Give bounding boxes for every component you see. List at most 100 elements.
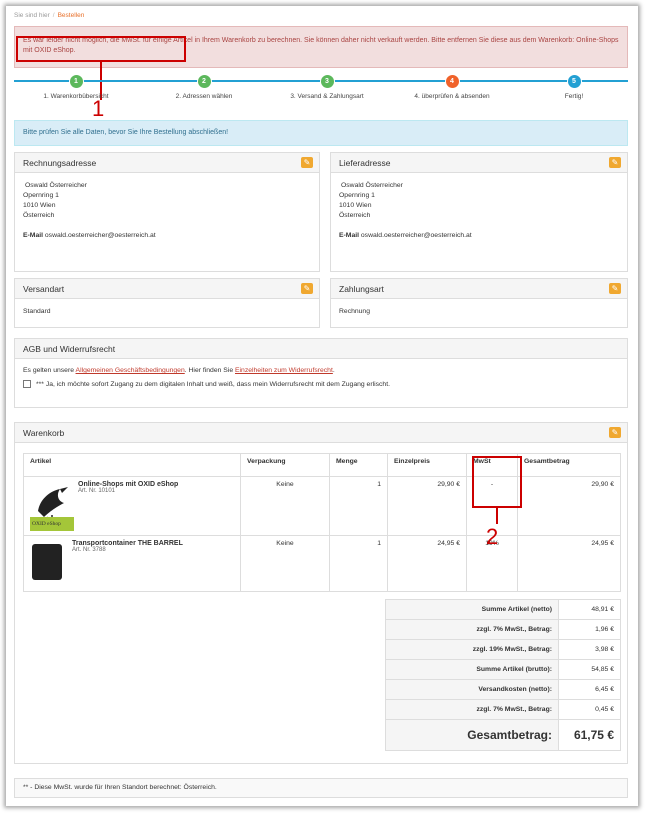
step-4-dot: 4: [444, 74, 460, 89]
step-2[interactable]: 2 2. Adressen wählen: [144, 74, 264, 100]
summary-label: zzgl. 19% MwSt., Betrag:: [385, 639, 559, 660]
billing-address-panel: Rechnungsadresse ✎ Oswald Österreicher O…: [14, 152, 320, 272]
step-3-label: 3. Versand & Zahlungsart: [290, 93, 364, 100]
cart-table-header: Artikel Verpackung Menge Einzelpreis MwS…: [23, 453, 621, 477]
packaging-cell: Keine: [240, 535, 330, 592]
product-image-oxid-book[interactable]: OXID eShop: [30, 481, 74, 531]
delivery-address-title: Lieferadresse: [339, 158, 391, 168]
review-info-text: Bitte prüfen Sie alle Daten, bevor Sie I…: [23, 129, 229, 136]
shipping-method-value: Standard: [23, 308, 51, 315]
delivery-name: Oswald Österreicher: [341, 182, 403, 189]
vat-footnote: ** - Diese MwSt. wurde für Ihren Standor…: [14, 778, 628, 798]
summary-label: zzgl. 7% MwSt., Betrag:: [385, 619, 559, 640]
col-article: Artikel: [23, 453, 241, 477]
withdrawal-rights-link[interactable]: Einzelheiten zum Widerrufsrecht: [235, 367, 333, 374]
step-1-dot: 1: [68, 74, 84, 89]
step-5-dot: 5: [566, 74, 582, 89]
billing-name: Oswald Österreicher: [25, 182, 87, 189]
table-row: OXID eShop Online-Shops mit OXID eShop A…: [23, 476, 621, 536]
quantity-cell: 1: [329, 535, 388, 592]
billing-city: 1010 Wien: [23, 202, 56, 209]
summary-value: 1,96 €: [558, 619, 621, 640]
product-info: OXID eShop Online-Shops mit OXID eShop A…: [30, 481, 234, 531]
delivery-city: 1010 Wien: [339, 202, 372, 209]
article-cell: Transportcontainer THE BARREL Art. Nr. 3…: [23, 535, 241, 592]
product-image-barrel[interactable]: [32, 544, 62, 580]
summary-value: 3,98 €: [558, 639, 621, 660]
grand-total-value: 61,75 €: [558, 719, 621, 751]
summary-value: 54,85 €: [558, 659, 621, 680]
product-name[interactable]: Online-Shops mit OXID eShop: [78, 481, 178, 488]
billing-address-body: Oswald Österreicher Opernring 1 1010 Wie…: [15, 173, 319, 249]
col-total: Gesamtbetrag: [517, 453, 621, 477]
pencil-icon[interactable]: ✎: [301, 283, 313, 294]
step-3[interactable]: 3 3. Versand & Zahlungsart: [267, 74, 387, 100]
vat-footnote-text: ** - Diese MwSt. wurde für Ihren Standor…: [23, 784, 217, 791]
billing-address-title: Rechnungsadresse: [23, 158, 97, 168]
annotation-line-2: [496, 508, 498, 524]
delivery-country: Österreich: [339, 212, 371, 219]
digital-content-consent-row: *** Ja, ich möchte sofort Zugang zu dem …: [15, 378, 627, 390]
annotation-box-2: [472, 456, 522, 508]
step-1[interactable]: 1 1. Warenkorbübersicht: [16, 74, 136, 100]
billing-country: Österreich: [23, 212, 55, 219]
terms-text: Es gelten unsere Allgemeinen Geschäftsbe…: [15, 359, 627, 378]
pencil-icon[interactable]: ✎: [301, 157, 313, 168]
terms-title: AGB und Widerrufsrecht: [23, 344, 116, 354]
grand-total-label: Gesamtbetrag:: [385, 719, 559, 751]
summary-label: Versandkosten (netto):: [385, 679, 559, 700]
review-info-alert: Bitte prüfen Sie alle Daten, bevor Sie I…: [14, 120, 628, 146]
billing-email-row: E-Mail oswald.oesterreicher@oesterreich.…: [23, 231, 311, 241]
payment-method-panel: Zahlungsart ✎ Rechnung: [330, 278, 628, 328]
breadcrumb-prefix: Sie sind hier: [14, 12, 50, 19]
terms-panel: AGB und Widerrufsrecht Es gelten unsere …: [14, 338, 628, 408]
breadcrumb-current[interactable]: Bestellen: [58, 12, 85, 19]
quantity-cell: 1: [329, 476, 388, 536]
step-5: 5 Fertig!: [514, 74, 634, 100]
packaging-cell: Keine: [240, 476, 330, 536]
billing-email: oswald.oesterreicher@oesterreich.at: [44, 232, 156, 239]
summary-label: Summe Artikel (netto): [385, 599, 559, 620]
terms-text-a: Es gelten unsere: [23, 367, 76, 374]
table-row: Transportcontainer THE BARREL Art. Nr. 3…: [23, 535, 621, 592]
delivery-address-body: Oswald Österreicher Opernring 1 1010 Wie…: [331, 173, 627, 249]
summary-row: Summe Artikel (netto) 48,91 €: [385, 599, 621, 620]
delivery-address-panel: Lieferadresse ✎ Oswald Österreicher Oper…: [330, 152, 628, 272]
col-packaging: Verpackung: [240, 453, 330, 477]
pencil-icon[interactable]: ✎: [609, 157, 621, 168]
terms-conditions-link[interactable]: Allgemeinen Geschäftsbedingungen: [76, 367, 185, 374]
summary-value: 6,45 €: [558, 679, 621, 700]
summary-row: zzgl. 19% MwSt., Betrag: 3,98 €: [385, 639, 621, 660]
summary-value: 0,45 €: [558, 699, 621, 720]
delivery-email: oswald.oesterreicher@oesterreich.at: [360, 232, 472, 239]
summary-row: Versandkosten (netto): 6,45 €: [385, 679, 621, 700]
payment-method-value: Rechnung: [339, 308, 370, 315]
page: Sie sind hier / Bestellen Es war leider ni…: [6, 6, 638, 806]
billing-email-label: E-Mail: [23, 232, 44, 239]
total-cell: 29,90 €: [517, 476, 621, 536]
payment-method-title: Zahlungsart: [339, 284, 384, 294]
product-name[interactable]: Transportcontainer THE BARREL: [72, 540, 183, 547]
pencil-icon[interactable]: ✎: [609, 283, 621, 294]
shipping-method-title: Versandart: [23, 284, 65, 294]
shipping-method-header: Versandart ✎: [15, 279, 319, 299]
book-cover-text: OXID eShop: [32, 521, 61, 527]
terms-header: AGB und Widerrufsrecht: [15, 339, 627, 359]
summary-row: zzgl. 7% MwSt., Betrag: 1,96 €: [385, 619, 621, 640]
breadcrumb-separator: /: [52, 12, 55, 19]
annotation-number-2: 2: [486, 524, 499, 549]
delivery-street: Opernring 1: [339, 192, 375, 199]
step-1-label: 1. Warenkorbübersicht: [43, 93, 109, 100]
summary-row: zzgl. 7% MwSt., Betrag: 0,45 €: [385, 699, 621, 720]
terms-text-c: .: [332, 367, 335, 374]
summary-row: Summe Artikel (brutto): 54,85 €: [385, 659, 621, 680]
pencil-icon[interactable]: ✎: [609, 427, 621, 438]
summary-value: 48,91 €: [558, 599, 621, 620]
step-4: 4 4. überprüfen & absenden: [392, 74, 512, 100]
product-article-number: Art. Nr. 3788: [72, 547, 106, 553]
terms-text-b: . Hier finden Sie: [184, 367, 235, 374]
step-2-dot: 2: [196, 74, 212, 89]
col-unit-price: Einzelpreis: [387, 453, 467, 477]
digital-content-checkbox[interactable]: [23, 380, 31, 388]
grand-total-row: Gesamtbetrag: 61,75 €: [385, 719, 621, 751]
